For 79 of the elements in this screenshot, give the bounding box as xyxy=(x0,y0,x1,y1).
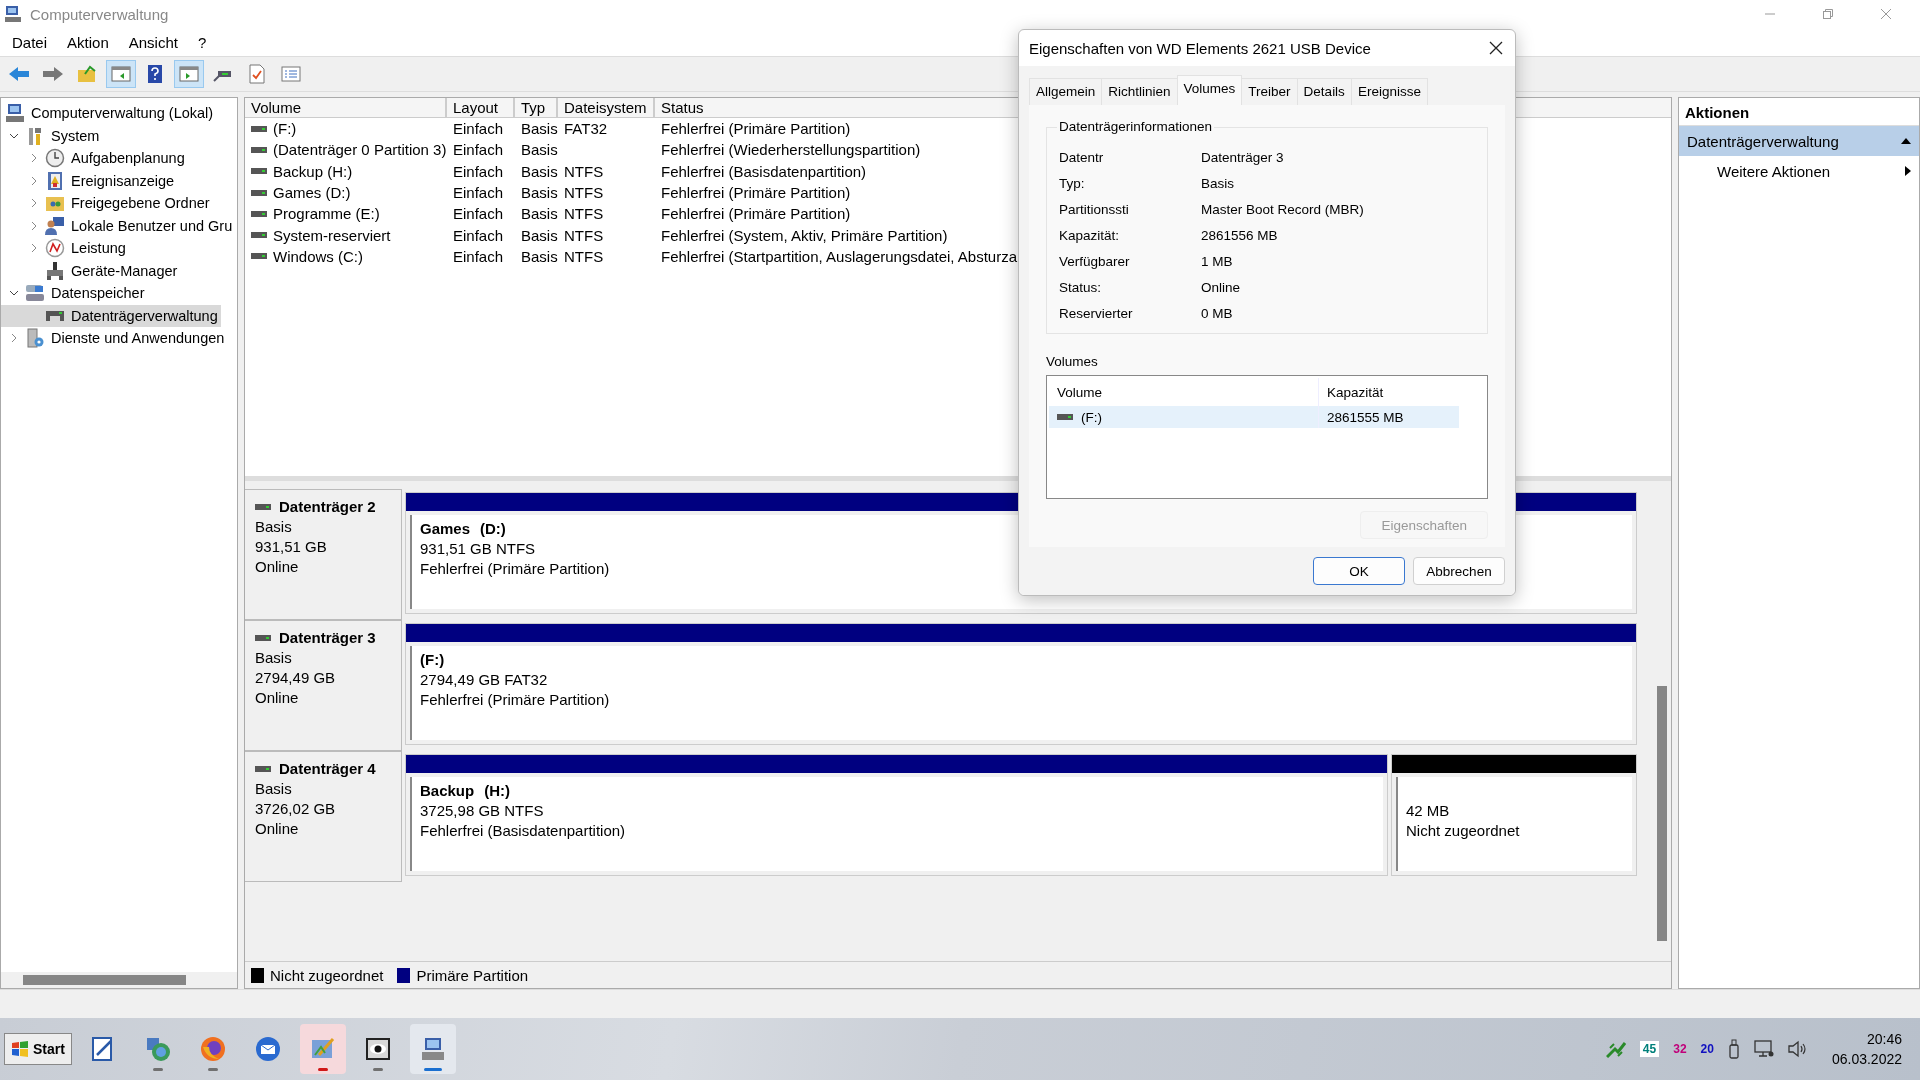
field-label: Datentr xyxy=(1059,149,1105,167)
drive-letter: (D:) xyxy=(480,519,506,539)
drive-letter: (F:) xyxy=(420,650,445,670)
field-value: Online xyxy=(1201,279,1242,297)
table-cell: Games (D:) xyxy=(245,184,447,202)
disk-name: Datenträger 2 xyxy=(279,498,376,515)
partition-status: Fehlerfrei (Primäre Partition) xyxy=(420,559,610,579)
field-label: Verfügbarer xyxy=(1059,253,1131,271)
table-cell-text: Fehlerfrei (Primäre Partition) xyxy=(660,205,851,223)
field-label: Typ: xyxy=(1059,175,1086,193)
disk-name: Datenträger 3 xyxy=(279,629,376,646)
field-label: Partitionssti xyxy=(1059,201,1130,219)
disk-status: Online xyxy=(255,819,300,839)
table-cell-text: Basis xyxy=(520,141,558,159)
table-cell: (Datenträger 0 Partition 3) xyxy=(245,141,447,159)
disk-size: 931,51 GB xyxy=(255,537,328,557)
table-cell-text: NTFS xyxy=(563,205,605,223)
field-value: 2861556 MB xyxy=(1201,227,1279,245)
disk-type: Basis xyxy=(255,779,293,799)
disk-size: 2794,49 GB xyxy=(255,668,337,688)
group-title: Datenträgerinformationen xyxy=(1057,119,1215,134)
partition-info: 2794,49 GB FAT32 xyxy=(420,670,548,690)
disk-name: Datenträger 4 xyxy=(279,760,376,777)
table-cell-text: Einfach xyxy=(452,247,505,265)
partition-status: Fehlerfrei (Primäre Partition) xyxy=(420,690,610,710)
table-cell-text: Einfach xyxy=(452,226,505,244)
field-value: 0 MB xyxy=(1201,305,1234,323)
table-cell-text: Basis xyxy=(520,226,558,244)
disk-type: Basis xyxy=(255,517,293,537)
table-cell-text: Einfach xyxy=(452,184,505,202)
table-cell-text: Einfach xyxy=(452,162,505,180)
table-cell-text: Basis xyxy=(520,184,558,202)
table-cell: Windows (C:) xyxy=(245,247,447,265)
partition-label: Games xyxy=(420,519,471,539)
partition-info: 42 MB xyxy=(1406,801,1450,821)
window-title: Computerverwaltung xyxy=(30,5,169,23)
table-cell-text: FAT32 xyxy=(563,120,609,138)
table-cell: System-reserviert xyxy=(245,226,447,244)
table-cell: Programme (E:) xyxy=(245,205,447,223)
drive-letter: (H:) xyxy=(484,781,510,801)
table-cell-text: Fehlerfrei (Primäre Partition) xyxy=(660,184,851,202)
field-label: Kapazität: xyxy=(1059,227,1121,245)
table-cell-text: Basis xyxy=(520,120,558,138)
table-cell-text: Fehlerfrei (System, Aktiv, Primäre Partition) xyxy=(660,226,948,244)
legend-label: Nicht zugeordnet xyxy=(270,966,384,984)
dialog-title: Eigenschaften von WD Elements 2621 USB Device xyxy=(1029,39,1371,57)
partition-info: 931,51 GB NTFS xyxy=(420,539,536,559)
table-cell-text: Fehlerfrei (Wiederherstellungspartition) xyxy=(660,141,921,159)
partition-label: Backup xyxy=(420,781,475,801)
partition-info: 3725,98 GB NTFS xyxy=(420,801,544,821)
field-value: Datenträger 3 xyxy=(1201,149,1285,167)
table-cell-text: Einfach xyxy=(452,141,505,159)
disk-type: Basis xyxy=(255,648,293,668)
field-value: Basis xyxy=(1201,175,1235,193)
table-cell-text: Einfach xyxy=(452,205,505,223)
table-cell-text: Basis xyxy=(520,247,558,265)
table-cell: (F:) xyxy=(245,120,447,138)
section-label: Volumes xyxy=(1046,354,1099,369)
disk-status: Online xyxy=(255,688,300,708)
table-cell-text: Fehlerfrei (Basisdatenpartition) xyxy=(660,162,867,180)
table-cell-text: NTFS xyxy=(563,184,605,202)
disk-status: Online xyxy=(255,557,300,577)
partition-status: Nicht zugeordnet xyxy=(1406,821,1520,841)
table-cell-text: Basis xyxy=(520,205,558,223)
field-label: Reservierter xyxy=(1059,305,1134,323)
table-cell-text: NTFS xyxy=(563,226,605,244)
field-value: 1 MB xyxy=(1201,253,1234,271)
field-label: Status: xyxy=(1059,279,1103,297)
table-cell-text: Einfach xyxy=(452,120,505,138)
disk-size: 3726,02 GB xyxy=(255,799,337,819)
table-cell-text: Fehlerfrei (Primäre Partition) xyxy=(660,120,851,138)
table-cell-text: Basis xyxy=(520,162,558,180)
table-cell: Backup (H:) xyxy=(245,162,447,180)
table-cell-text: Fehlerfrei (Startpartition, Auslagerungsdatei, Absturza xyxy=(660,247,1018,265)
field-value: Master Boot Record (MBR) xyxy=(1201,201,1365,219)
legend-label: Primäre Partition xyxy=(416,966,529,984)
table-cell-text: NTFS xyxy=(563,247,605,265)
table-cell-text: NTFS xyxy=(563,162,605,180)
partition-status: Fehlerfrei (Basisdatenpartition) xyxy=(420,821,626,841)
